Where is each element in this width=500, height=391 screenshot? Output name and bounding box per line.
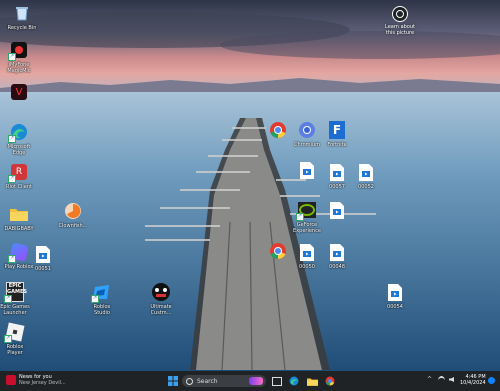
taskbar-edge[interactable]	[288, 375, 300, 387]
file-00052-label: 00052	[358, 184, 374, 190]
clock-date: 10/4/2024	[460, 380, 486, 386]
video-file-icon	[297, 242, 317, 262]
news-widget[interactable]: News for you New Jersey Devil...	[6, 374, 66, 386]
ultimate-custom-icon	[151, 282, 171, 302]
roblox-player-shortcut[interactable]: ↗ Roblox Player	[0, 322, 37, 356]
news-thumbnail-icon	[6, 375, 16, 385]
taskbar: News for you New Jersey Devil... Search …	[0, 371, 500, 391]
folder-icon	[306, 377, 318, 386]
shortcut-arrow-icon: ↗	[4, 335, 12, 343]
edge-label: Microsoft Edge	[7, 144, 31, 156]
file-00057-label: 00057	[329, 184, 345, 190]
learn-about-picture-label: Learn about this picture	[385, 24, 415, 36]
magicmic-icon: ↗	[8, 40, 29, 61]
file-00048-shortcut[interactable]: 00048	[315, 242, 359, 270]
roblox-studio-label: Roblox Studio	[93, 304, 111, 316]
shortcut-arrow-icon: ↗	[8, 135, 16, 143]
clownfish-shortcut[interactable]: Clownfish...	[51, 201, 95, 229]
roblox-studio-shortcut[interactable]: ↗ Roblox Studio	[80, 282, 124, 316]
search-icon	[186, 377, 193, 385]
camera-icon	[392, 6, 408, 22]
nvidia-icon: ↗	[296, 200, 317, 221]
file-00052-shortcut[interactable]: 00052	[344, 162, 388, 190]
geforce-experience-label: GeForce Experience	[293, 222, 321, 234]
magicmic-shortcut[interactable]: ↗ iMyFone MagicMic	[0, 40, 41, 74]
fortnite-shortcut[interactable]: F Fortnite	[315, 120, 359, 148]
search-highlight-icon	[249, 377, 263, 385]
riot-client-shortcut[interactable]: R ↗ Riot Client	[0, 162, 41, 190]
shortcut-arrow-icon: ↗	[4, 295, 12, 303]
riot-client-label: Riot Client	[6, 184, 32, 190]
tray-chevron[interactable]: ^	[427, 376, 432, 383]
task-view-icon	[272, 376, 282, 386]
wifi-icon[interactable]	[438, 376, 445, 385]
ultimate-custom-shortcut[interactable]: Ultimate Custm...	[139, 282, 183, 316]
taskbar-search-box[interactable]: Search	[182, 375, 266, 387]
file-00051-shortcut[interactable]: 00051	[21, 244, 65, 272]
task-view-button[interactable]	[271, 375, 283, 387]
edge-icon	[289, 376, 299, 386]
windows-logo-icon	[168, 376, 178, 386]
shortcut-arrow-icon: ↗	[8, 255, 16, 263]
recycle-bin-icon	[12, 3, 32, 23]
news-subtitle: New Jersey Devil...	[19, 380, 66, 386]
fortnite-icon: F	[327, 120, 347, 140]
epic-games-icon: EPIC GAMES ↗	[4, 282, 27, 303]
video-file-icon	[33, 244, 53, 264]
file-00054-shortcut[interactable]: 00054	[373, 282, 417, 310]
video-file-icon	[327, 200, 347, 220]
file-00048-label: 00048	[329, 264, 345, 270]
file-00051-label: 00051	[35, 266, 51, 272]
learn-about-picture[interactable]: Learn about this picture	[378, 6, 422, 36]
video-file-icon	[327, 242, 347, 262]
chromium-icon	[297, 120, 317, 140]
taskbar-file-explorer[interactable]	[306, 375, 318, 387]
clownfish-icon	[63, 201, 83, 221]
chrome-icon	[325, 376, 335, 386]
gem-app-shortcut[interactable]: V	[0, 82, 41, 104]
video-file-icon	[356, 162, 376, 182]
fortnite-label: Fortnite	[327, 142, 347, 148]
shortcut-arrow-icon: ↗	[8, 175, 16, 183]
ultimate-custom-label: Ultimate Custm...	[150, 304, 172, 316]
folder-icon	[9, 204, 29, 224]
desktop-wallpaper	[0, 0, 500, 371]
clownfish-label: Clownfish...	[58, 223, 88, 229]
folder-label: DABIGBABY	[4, 226, 34, 232]
gem-app-icon: V	[9, 82, 29, 102]
folder-shortcut[interactable]: DABIGBABY	[0, 204, 41, 232]
roblox-studio-icon: ↗	[91, 282, 112, 303]
shortcut-arrow-icon: ↗	[91, 295, 99, 303]
clock[interactable]: 4:46 PM 10/4/2024	[460, 374, 486, 386]
start-button[interactable]	[167, 375, 179, 387]
shortcut-arrow-icon: ↗	[8, 53, 16, 61]
magicmic-label: iMyFone MagicMic	[7, 62, 31, 74]
taskbar-chrome[interactable]	[324, 375, 336, 387]
notification-icon[interactable]	[488, 377, 495, 384]
edge-shortcut[interactable]: ↗ Microsoft Edge	[0, 122, 41, 156]
riot-client-icon: R ↗	[8, 162, 29, 183]
video-file-icon	[297, 160, 317, 180]
video-file-icon	[385, 282, 405, 302]
recycle-bin-shortcut[interactable]: Recycle Bin	[0, 3, 44, 31]
file-00050-label: 00050	[299, 264, 315, 270]
shortcut-arrow-icon: ↗	[296, 213, 304, 221]
edge-icon: ↗	[8, 122, 29, 143]
file-00054-label: 00054	[387, 304, 403, 310]
epic-games-label: Epic Games Launcher	[0, 304, 30, 316]
roblox-player-label: Roblox Player	[6, 344, 24, 356]
roblox-player-icon: ↗	[4, 322, 25, 343]
epic-games-shortcut[interactable]: EPIC GAMES ↗ Epic Games Launcher	[0, 282, 37, 316]
video-file-shortcut-2[interactable]	[315, 200, 359, 222]
search-placeholder: Search	[197, 377, 218, 385]
volume-icon[interactable]	[449, 377, 454, 382]
recycle-bin-label: Recycle Bin	[7, 25, 37, 31]
